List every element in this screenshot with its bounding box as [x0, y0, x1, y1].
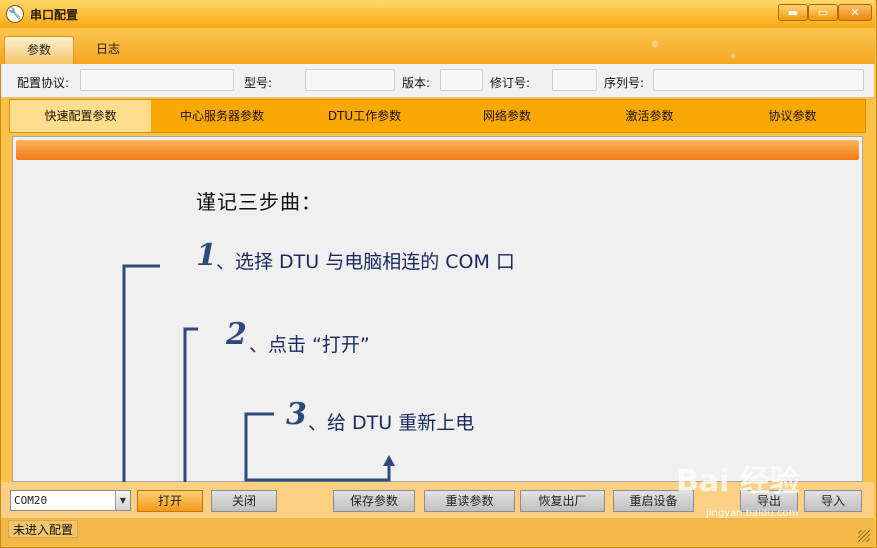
step-3-number: 3 — [286, 397, 307, 432]
com-port-select[interactable]: COM20 — [10, 490, 131, 511]
step-3-text: 、给 DTU 重新上电 — [308, 412, 475, 434]
watermark-logo: Bai 经验 — [676, 464, 800, 499]
protocol-field[interactable] — [80, 69, 234, 91]
import-button[interactable]: 导入 — [804, 490, 862, 512]
serial-field[interactable] — [653, 69, 864, 91]
window-title: 串口配置 — [30, 8, 79, 22]
version-label: 版本: — [402, 76, 431, 90]
tab-params[interactable]: 参数 — [4, 36, 74, 64]
revision-field[interactable] — [552, 69, 597, 91]
map-decoration — [577, 28, 837, 68]
version-field[interactable] — [440, 69, 483, 91]
section-header-bar — [16, 140, 859, 160]
maximize-button[interactable]: ▭ — [808, 4, 838, 21]
chevron-down-icon[interactable]: ▼ — [115, 491, 130, 510]
resize-grip-icon[interactable] — [858, 530, 870, 542]
serial-label: 序列号: — [604, 76, 645, 90]
revision-label: 修订号: — [490, 76, 531, 90]
reload-params-button[interactable]: 重读参数 — [424, 490, 515, 512]
protocol-label: 配置协议: — [17, 76, 70, 90]
close-button[interactable]: ✕ — [838, 4, 872, 21]
subtab-quick-config[interactable]: 快速配置参数 — [10, 100, 151, 132]
model-field[interactable] — [305, 69, 395, 91]
subtab-dtu-work[interactable]: DTU工作参数 — [293, 100, 436, 132]
status-bar — [1, 518, 874, 546]
steps-title: 谨记三步曲： — [196, 190, 322, 214]
save-params-button[interactable]: 保存参数 — [333, 490, 415, 512]
subtab-server[interactable]: 中心服务器参数 — [151, 100, 293, 132]
subtab-network[interactable]: 网络参数 — [436, 100, 578, 132]
restore-factory-button[interactable]: 恢复出厂 — [520, 490, 605, 512]
step-1-text: 、选择 DTU 与电脑相连的 COM 口 — [216, 251, 515, 273]
tab-log[interactable]: 日志 — [80, 36, 136, 64]
close-port-button[interactable]: 关闭 — [211, 490, 277, 512]
title-bar — [0, 0, 875, 28]
step-2-text: 、点击 “打开” — [249, 334, 370, 356]
status-text: 未进入配置 — [8, 520, 79, 538]
step-2-number: 2 — [226, 317, 247, 352]
subtab-activation[interactable]: 激活参数 — [578, 100, 721, 132]
wrench-icon: 🔧 — [6, 5, 24, 23]
model-label: 型号: — [244, 76, 273, 90]
step-1-number: 1 — [196, 238, 217, 273]
open-button[interactable]: 打开 — [137, 490, 203, 512]
minimize-button[interactable]: ▬ — [778, 4, 808, 21]
subtab-protocol[interactable]: 协议参数 — [721, 100, 864, 132]
